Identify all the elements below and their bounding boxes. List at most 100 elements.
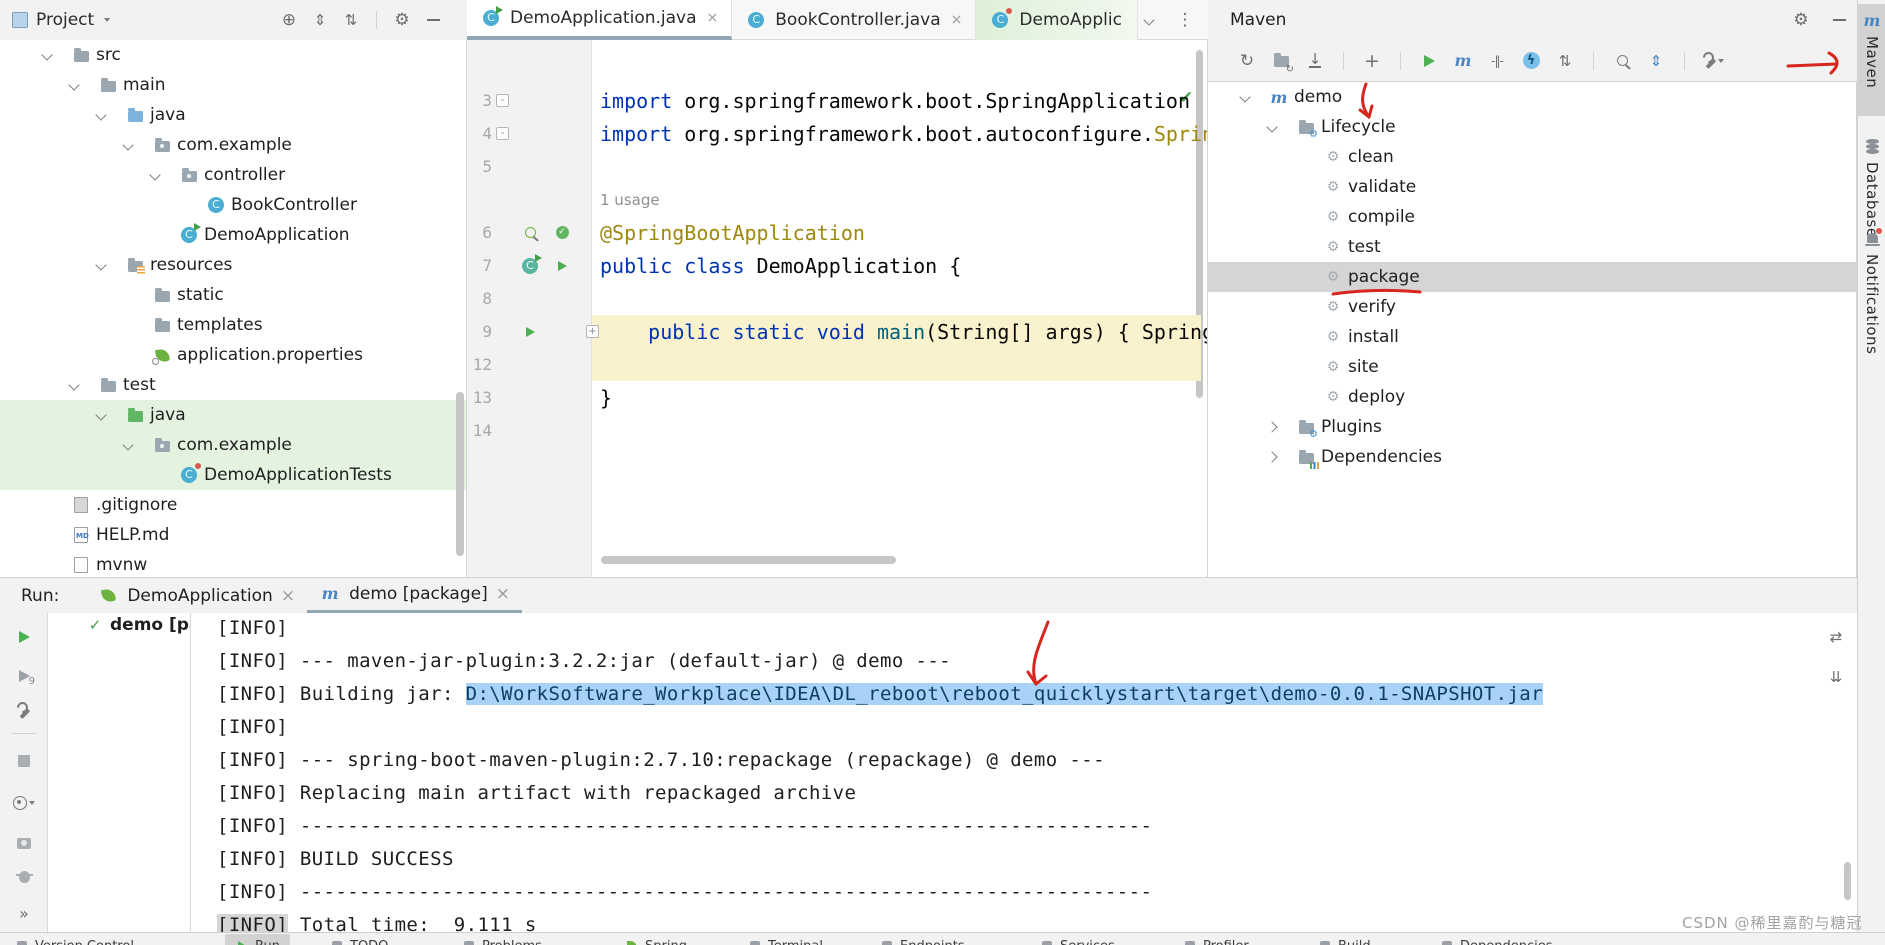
chevron-down-icon[interactable] <box>122 439 134 451</box>
statusbar-item-services[interactable]: Services <box>1040 936 1115 945</box>
chevron-down-icon[interactable] <box>149 169 161 181</box>
statusbar-item-terminal[interactable]: Terminal <box>748 936 823 945</box>
maven-item-test[interactable]: ⚙ test <box>1208 232 1856 262</box>
project-item-static[interactable]: static <box>0 280 466 310</box>
scroll-end-icon[interactable]: ⇊ <box>1825 667 1847 687</box>
maven-item-compile[interactable]: ⚙ compile <box>1208 202 1856 232</box>
run-tree-item-demo-package[interactable]: ✓ demo [package] <box>84 615 190 635</box>
maven-m-icon[interactable]: m <box>1452 51 1474 71</box>
statusbar-item-dependencies[interactable]: Dependencies <box>1440 936 1553 945</box>
project-item-help-md[interactable]: MD HELP.md <box>0 520 466 550</box>
statusbar-item-spring[interactable]: Spring <box>625 936 687 945</box>
expand-icon[interactable]: ⇕ <box>1645 51 1667 71</box>
chevron-down-icon[interactable] <box>1266 121 1278 133</box>
chevron-down-icon[interactable] <box>68 79 80 91</box>
maven-item-clean[interactable]: ⚙ clean <box>1208 142 1856 172</box>
project-item-demoapplicationtests[interactable]: C DemoApplicationTests <box>0 460 466 490</box>
chevron-down-icon[interactable] <box>1138 10 1160 30</box>
project-item-bookcontroller[interactable]: C BookController <box>0 190 466 220</box>
project-item-java[interactable]: java <box>0 100 466 130</box>
chevron-down-icon[interactable] <box>1239 91 1251 103</box>
maven-item-plugins[interactable]: ⚙ Plugins <box>1208 412 1856 442</box>
camera-icon[interactable] <box>13 833 35 853</box>
statusbar-item-endpoints[interactable]: Endpoints <box>880 936 965 945</box>
chevron-down-icon[interactable] <box>68 379 80 391</box>
maven-item-dependencies[interactable]: Dependencies <box>1208 442 1856 472</box>
overflow-icon[interactable]: » <box>13 903 35 923</box>
project-panel-title[interactable]: Project <box>36 10 94 30</box>
maven-item-site[interactable]: ⚙ site <box>1208 352 1856 382</box>
collapse-icon[interactable]: ⇅ <box>1554 51 1576 71</box>
sync-folder-icon[interactable]: ↻ <box>1270 51 1294 75</box>
project-item-application-properties[interactable]: application.properties <box>0 340 466 370</box>
locate-icon[interactable]: ⊕ <box>278 10 300 30</box>
soft-wrap-icon[interactable]: ⇄ <box>1825 627 1847 647</box>
fold-marker-icon[interactable]: - <box>496 127 509 140</box>
bean-check-icon[interactable]: ✓ <box>551 223 573 243</box>
project-item-src[interactable]: src <box>0 40 466 70</box>
eye-icon[interactable] <box>13 793 35 813</box>
editor-tab-demoapplic[interactable]: C DemoApplic <box>976 0 1138 40</box>
stripe-button-notifications[interactable]: Notifications <box>1858 222 1885 354</box>
statusbar-item-problems[interactable]: Problems <box>462 936 542 945</box>
chevron-down-icon[interactable] <box>122 139 134 151</box>
spring-run-icon[interactable]: C <box>519 253 542 276</box>
run-small-icon[interactable] <box>519 322 541 342</box>
project-item-mvnw[interactable]: mvnw <box>0 550 466 577</box>
hide-icon[interactable] <box>1828 10 1850 30</box>
project-item-com-example[interactable]: com.example <box>0 130 466 160</box>
maven-item-install[interactable]: ⚙ install <box>1208 322 1856 352</box>
statusbar-item-version-control[interactable]: Version Control <box>15 936 134 945</box>
fold-marker-icon[interactable]: - <box>496 94 509 107</box>
run-icon[interactable] <box>1418 51 1440 71</box>
kebab-icon[interactable]: ⋮ <box>1174 10 1196 30</box>
project-item-controller[interactable]: controller <box>0 160 466 190</box>
stripe-button-database[interactable]: Database <box>1858 130 1885 238</box>
lightning-icon[interactable]: ϟ <box>1520 51 1542 71</box>
chevron-down-icon[interactable] <box>95 109 107 121</box>
expand-all-icon[interactable]: ⇕ <box>309 10 331 30</box>
run-small-icon[interactable] <box>551 256 573 276</box>
project-scrollbar[interactable] <box>456 392 464 556</box>
maven-item-package[interactable]: ⚙ package <box>1208 262 1856 292</box>
settings-icon[interactable]: ⚙ <box>391 10 413 30</box>
chevron-right-icon[interactable] <box>1266 451 1278 463</box>
skip-tests-icon[interactable]: -‖- <box>1486 51 1508 71</box>
project-item--gitignore[interactable]: .gitignore <box>0 490 466 520</box>
wrench-icon[interactable] <box>1702 51 1724 71</box>
close-icon[interactable]: × <box>951 12 963 28</box>
collapse-all-icon[interactable]: ⇅ <box>340 10 362 30</box>
project-item-resources[interactable]: resources <box>0 250 466 280</box>
add-icon[interactable]: + <box>1361 50 1383 72</box>
hide-icon[interactable] <box>422 10 444 30</box>
statusbar-item-profiler[interactable]: Profiler <box>1183 936 1249 945</box>
profiler-icon[interactable] <box>13 867 35 887</box>
maven-item-lifecycle[interactable]: ⚙ Lifecycle <box>1208 112 1856 142</box>
maven-item-deploy[interactable]: ⚙ deploy <box>1208 382 1856 412</box>
rerun-failed-icon[interactable]: 9 <box>13 666 35 687</box>
refresh-icon[interactable]: ↻ <box>1236 51 1258 71</box>
editor-hscrollbar[interactable] <box>601 556 896 564</box>
run-console[interactable]: [INFO] [INFO] --- maven-jar-plugin:3.2.2:… <box>191 613 1857 932</box>
close-icon[interactable]: × <box>707 10 719 26</box>
usage-hint[interactable]: 1 usage <box>600 191 660 209</box>
statusbar-item-todo[interactable]: TODO <box>330 936 388 945</box>
project-item-templates[interactable]: templates <box>0 310 466 340</box>
close-icon[interactable]: × <box>281 586 295 606</box>
chevron-down-icon[interactable] <box>41 49 53 61</box>
analyze-icon[interactable] <box>1611 51 1633 71</box>
fold-expand-icon[interactable]: + <box>586 325 599 338</box>
maven-panel-title[interactable]: Maven <box>1230 10 1286 30</box>
editor-tab-demoapplication-java[interactable]: C DemoApplication.java × <box>467 0 733 40</box>
close-icon[interactable]: × <box>496 584 510 604</box>
download-icon[interactable]: ↓ <box>1304 51 1326 71</box>
project-item-main[interactable]: main <box>0 70 466 100</box>
editor[interactable]: ✔ 3- import org.springframework.boot.Spri… <box>467 40 1208 577</box>
project-item-demoapplication[interactable]: C DemoApplication <box>0 220 466 250</box>
project-item-test[interactable]: test <box>0 370 466 400</box>
settings-icon[interactable]: ⚙ <box>1790 10 1812 30</box>
run-tab-demo-package-[interactable]: m demo [package] × <box>307 578 522 614</box>
inspection-icon[interactable] <box>519 223 541 243</box>
maven-item-demo[interactable]: m demo <box>1208 82 1856 112</box>
stop-icon[interactable] <box>13 751 35 771</box>
